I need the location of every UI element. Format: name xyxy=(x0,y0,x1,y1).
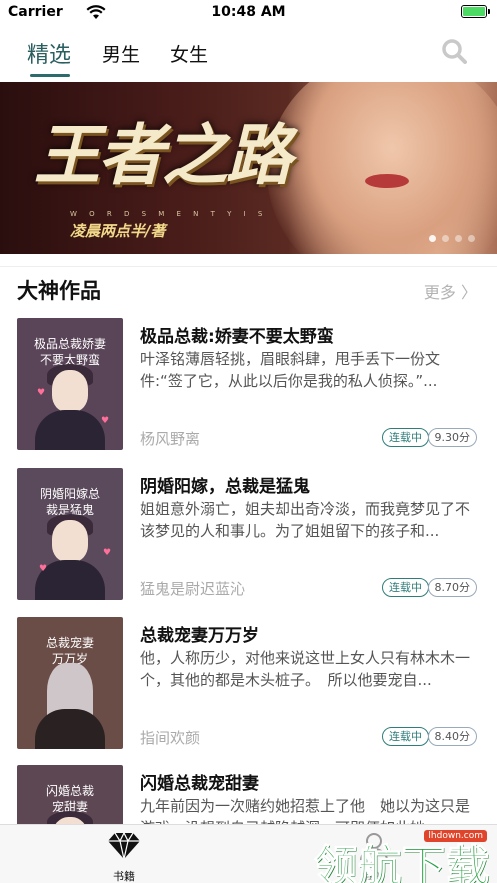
heart-icon: ♥ xyxy=(37,388,46,398)
status-badge: 连载中 xyxy=(382,727,429,746)
promo-banner[interactable]: 王者之路 W O R D S M E N T Y I S 凌晨两点半/著 xyxy=(0,82,497,254)
tab-male[interactable]: 男生 xyxy=(102,40,140,67)
carousel-dot[interactable] xyxy=(442,235,449,242)
score-badge: 9.30分 xyxy=(427,428,477,447)
status-bar: Carrier 10:48 AM xyxy=(0,0,497,26)
watermark-text: 领航下载 xyxy=(314,842,490,883)
cover-art xyxy=(35,410,105,450)
heart-icon: ♥ xyxy=(103,548,112,558)
carousel-dot[interactable] xyxy=(455,235,462,242)
carousel-dot[interactable] xyxy=(429,235,436,242)
book-item[interactable]: 极品总裁娇妻 不要太野蛮 ♥ ♥ 极品总裁:娇妻不要太野蛮 叶泽铭薄唇轻挑，眉眼斜… xyxy=(0,318,497,450)
cover-art xyxy=(52,370,88,412)
section-title: 大神作品 xyxy=(17,279,101,303)
cover-art xyxy=(35,709,105,749)
tab-female[interactable]: 女生 xyxy=(170,40,208,67)
book-description: 姐姐意外溺亡，姐夫却出奇冷淡，而我竟梦见了不该梦见的人和事儿。为了姐姐留下的孩子… xyxy=(140,500,471,540)
banner-portrait-lips xyxy=(365,174,409,188)
book-title: 阴婚阳嫁，总裁是猛鬼 xyxy=(140,477,310,497)
book-item[interactable]: 阴婚阳嫁总 裁是猛鬼 ♥ ♥ 阴婚阳嫁，总裁是猛鬼 姐姐意外溺亡，姐夫却出奇冷淡，… xyxy=(0,468,497,600)
clock: 10:48 AM xyxy=(211,4,286,20)
banner-author: 凌晨两点半/著 xyxy=(70,222,166,240)
cover-art xyxy=(52,520,88,562)
section-header: 大神作品 更多 〉 xyxy=(0,266,497,310)
book-title: 闪婚总裁宠甜妻 xyxy=(140,774,259,794)
book-title: 极品总裁:娇妻不要太野蛮 xyxy=(140,327,334,347)
watermark-logo: lhdown.com 领航下载 xyxy=(306,818,491,883)
banner-title: 王者之路 xyxy=(34,116,292,194)
book-description: 叶泽铭薄唇轻挑，眉眼斜肆，甩手丢下一份文件:“签了它，从此以后你是我的私人侦探。… xyxy=(140,350,441,390)
carousel-dots[interactable] xyxy=(429,235,475,242)
book-cover: 总裁宠妻 万万岁 xyxy=(17,617,123,749)
battery-icon xyxy=(461,5,490,18)
top-tab-bar: 精选 男生 女生 xyxy=(0,26,497,82)
search-icon[interactable] xyxy=(441,38,467,64)
diamond-icon xyxy=(108,831,140,860)
heart-icon: ♥ xyxy=(39,564,48,574)
book-author: 猛鬼是尉迟蓝沁 xyxy=(140,580,246,598)
tab-books[interactable]: 书籍 xyxy=(94,831,154,883)
book-cover: 阴婚阳嫁总 裁是猛鬼 ♥ ♥ xyxy=(17,468,123,600)
book-item[interactable]: 总裁宠妻 万万岁 总裁宠妻万万岁 他，人称历少，对他来说这世上女人只有林木木一个，… xyxy=(0,617,497,749)
book-title: 总裁宠妻万万岁 xyxy=(140,626,259,646)
carousel-dot[interactable] xyxy=(468,235,475,242)
status-badge: 连载中 xyxy=(382,428,429,447)
heart-icon: ♥ xyxy=(101,416,110,426)
score-badge: 8.40分 xyxy=(427,727,477,746)
book-description: 他，人称历少，对他来说这世上女人只有林木木一个，其他的都是木头桩子。 所以他要宠… xyxy=(140,649,471,689)
banner-subline: W O R D S M E N T Y I S xyxy=(70,210,268,218)
banner-portrait xyxy=(267,82,497,254)
book-author: 杨风野离 xyxy=(140,430,201,448)
status-badge: 连载中 xyxy=(382,578,429,597)
book-author: 指间欢颜 xyxy=(140,729,201,747)
active-tab-indicator xyxy=(30,74,70,77)
tab-featured[interactable]: 精选 xyxy=(27,37,71,69)
more-link[interactable]: 更多 〉 xyxy=(424,279,477,303)
book-cover: 极品总裁娇妻 不要太野蛮 ♥ ♥ xyxy=(17,318,123,450)
tab-books-label: 书籍 xyxy=(113,870,135,883)
score-badge: 8.70分 xyxy=(427,578,477,597)
